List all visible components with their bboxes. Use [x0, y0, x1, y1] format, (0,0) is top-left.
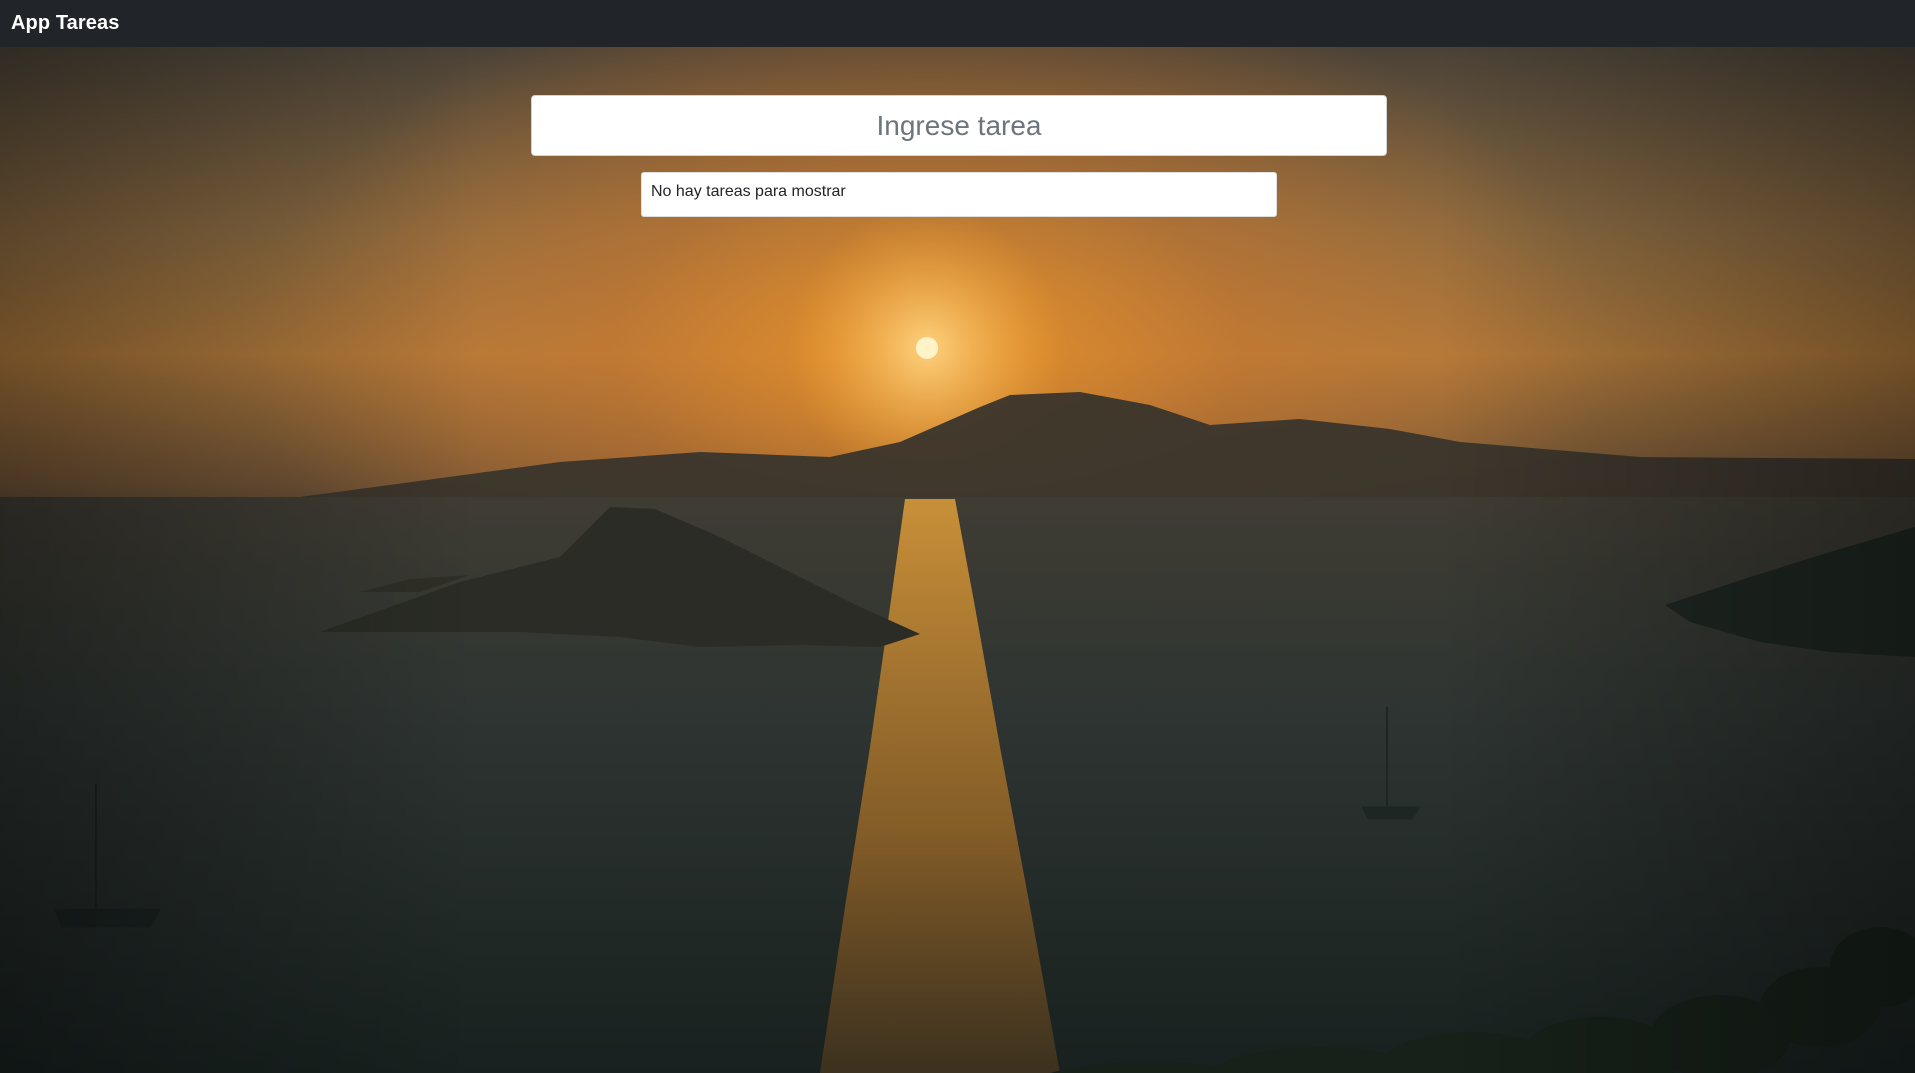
navbar: App Tareas	[0, 0, 1915, 47]
task-list: No hay tareas para mostrar	[641, 172, 1277, 217]
navbar-brand[interactable]: App Tareas	[11, 12, 119, 35]
empty-tasks-message: No hay tareas para mostrar	[651, 183, 846, 200]
task-input-container	[531, 95, 1387, 156]
task-input[interactable]	[531, 95, 1387, 156]
